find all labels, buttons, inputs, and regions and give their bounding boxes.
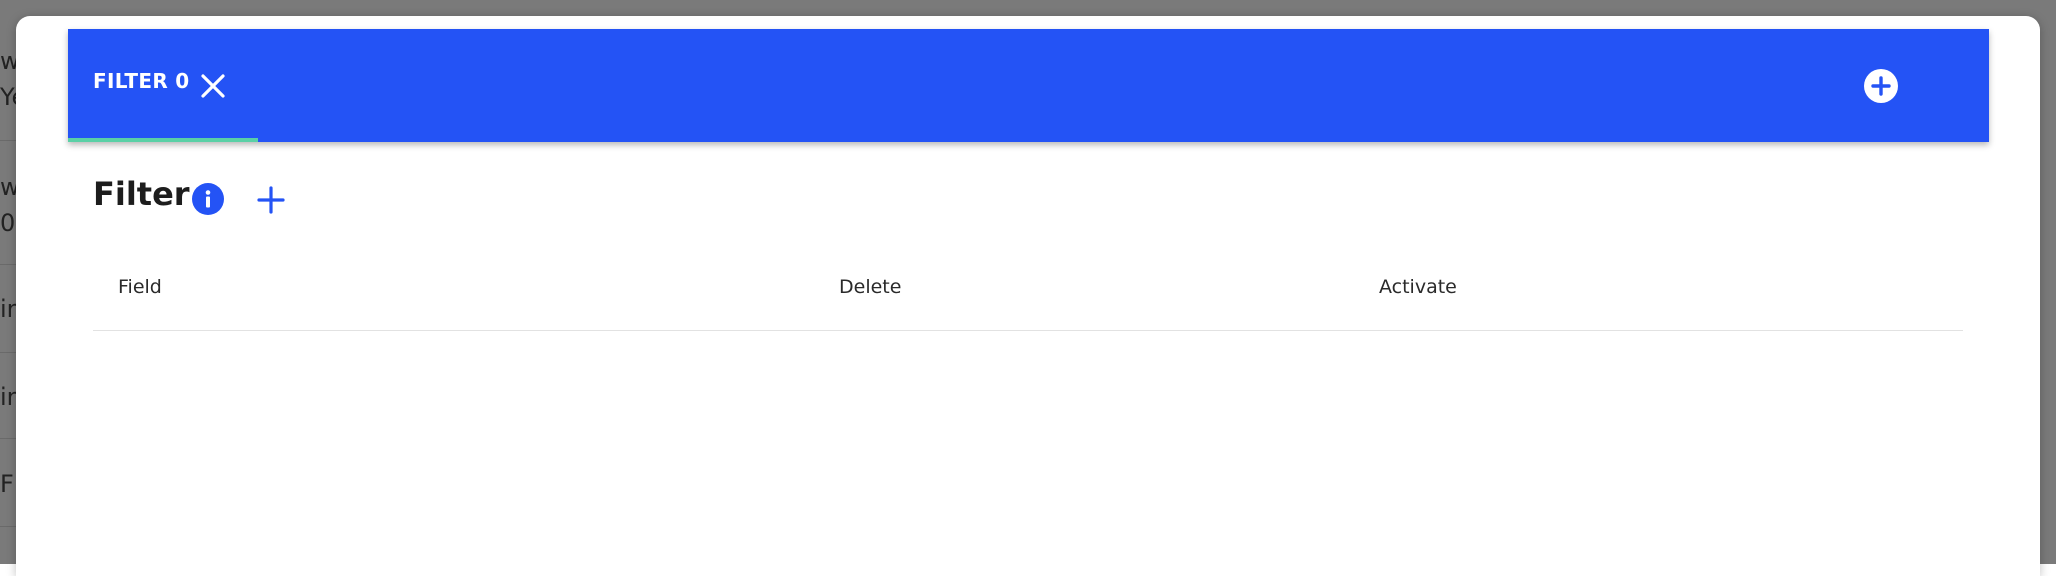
add-filter-button[interactable]: [254, 183, 288, 217]
add-tab-button[interactable]: [1864, 69, 1898, 103]
plus-icon: [257, 186, 285, 214]
filter-modal: FILTER 0 Filter Field Delete Activate: [16, 16, 2040, 576]
close-icon[interactable]: [198, 71, 228, 101]
column-header-field: Field: [118, 276, 162, 298]
tab-bar: FILTER 0: [68, 29, 1989, 142]
plus-circle-icon: [1871, 76, 1891, 96]
filter-section-title: Filter: [93, 175, 190, 213]
table-header-divider: [93, 330, 1963, 331]
info-icon[interactable]: [191, 182, 225, 216]
tab-filter-0[interactable]: FILTER 0: [68, 29, 258, 142]
tab-label: FILTER 0: [93, 69, 190, 93]
active-tab-indicator: [68, 138, 258, 142]
column-header-delete: Delete: [839, 276, 902, 298]
column-header-activate: Activate: [1379, 276, 1457, 298]
